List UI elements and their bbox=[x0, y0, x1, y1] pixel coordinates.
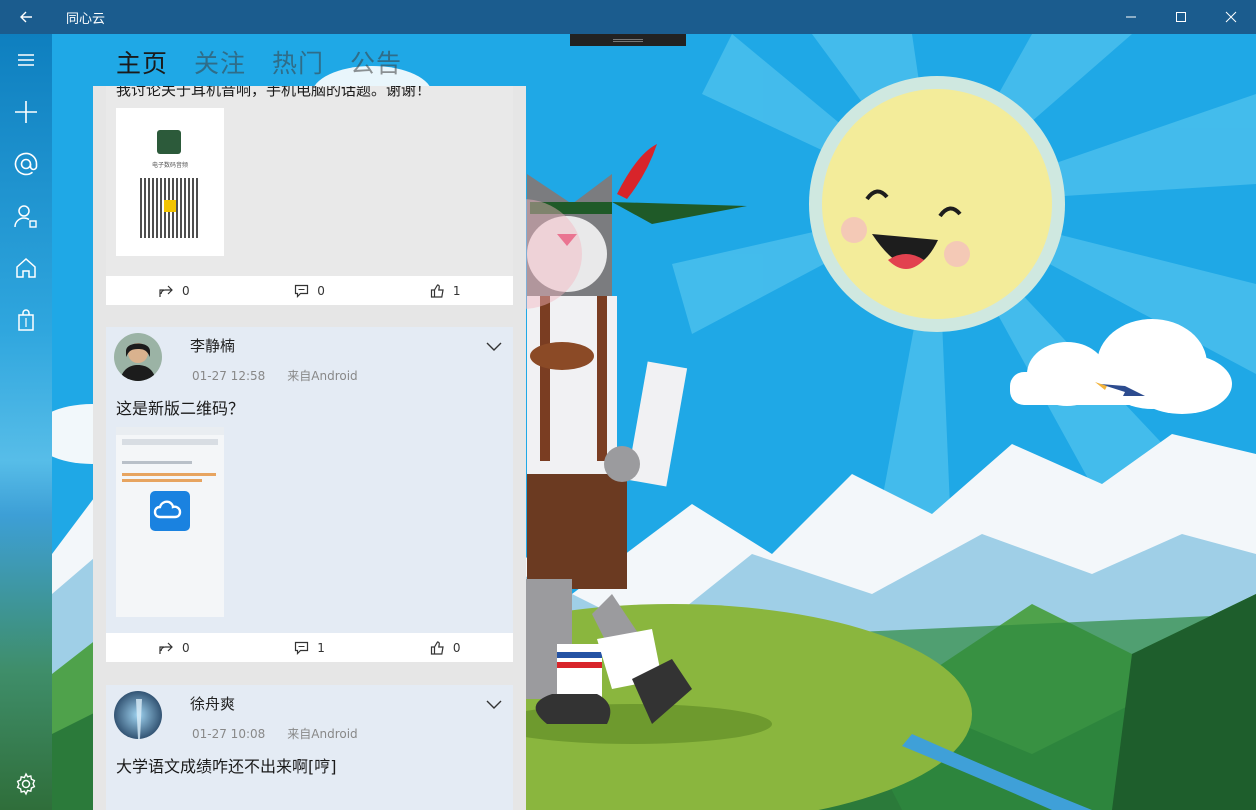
qr-caption: 电子数码音频 bbox=[151, 162, 188, 169]
post-options-button[interactable] bbox=[485, 695, 503, 714]
comment-icon bbox=[295, 641, 309, 655]
settings-button[interactable] bbox=[0, 758, 52, 810]
cloud-app-icon bbox=[150, 491, 190, 531]
post-source: 来自Android bbox=[287, 727, 358, 741]
comment-icon bbox=[295, 284, 309, 298]
post-meta: 01-27 12:58 来自Android bbox=[192, 367, 358, 384]
comment-button[interactable]: 1 bbox=[242, 633, 378, 662]
author-name[interactable]: 李静楠 bbox=[190, 335, 235, 356]
bag-button[interactable] bbox=[0, 294, 52, 346]
drag-handle[interactable] bbox=[570, 34, 686, 46]
post-time: 01-27 12:58 bbox=[192, 369, 266, 383]
phone-status-bar bbox=[116, 427, 224, 435]
plus-icon bbox=[15, 101, 37, 123]
close-button[interactable] bbox=[1206, 0, 1256, 34]
qr-center-logo bbox=[164, 200, 176, 212]
like-button[interactable]: 0 bbox=[377, 633, 513, 662]
maximize-icon bbox=[1176, 12, 1186, 22]
post-options-button[interactable] bbox=[485, 337, 503, 356]
repost-button[interactable]: 0 bbox=[106, 633, 242, 662]
feed-list[interactable]: 我讨论关于耳机音响，手机电脑的话题。谢谢！ 电子数码音频 0 0 1 李静楠 0… bbox=[93, 86, 526, 810]
close-icon bbox=[1225, 11, 1237, 23]
home-icon bbox=[16, 257, 36, 278]
comment-count: 0 bbox=[317, 283, 325, 298]
avatar-photo bbox=[114, 333, 162, 381]
home-button[interactable] bbox=[0, 242, 52, 294]
navigation-rail bbox=[0, 34, 52, 810]
avatar[interactable] bbox=[114, 333, 162, 381]
title-bar: 同心云 bbox=[0, 0, 1256, 34]
chevron-down-icon bbox=[486, 700, 502, 709]
contacts-icon bbox=[14, 205, 37, 228]
window-title: 同心云 bbox=[66, 11, 106, 27]
maximize-button[interactable] bbox=[1156, 0, 1206, 34]
phone-header bbox=[122, 439, 218, 445]
back-arrow-icon bbox=[20, 11, 32, 23]
chevron-down-icon bbox=[486, 342, 502, 351]
like-count: 1 bbox=[452, 283, 461, 298]
repost-button[interactable]: 0 bbox=[106, 276, 242, 305]
hamburger-menu-icon bbox=[18, 54, 34, 66]
share-icon bbox=[159, 642, 173, 654]
minimize-icon bbox=[1126, 16, 1136, 18]
post-actions: 0 0 1 bbox=[106, 276, 513, 305]
post-text: 这是新版二维码？ bbox=[116, 399, 245, 418]
post-card: 李静楠 01-27 12:58 来自Android 这是新版二维码？ 0 1 0 bbox=[106, 327, 513, 662]
mentions-button[interactable] bbox=[0, 138, 52, 190]
like-button[interactable]: 1 bbox=[377, 276, 513, 305]
feed-tabs: 主页 关注 热门 公告 bbox=[116, 44, 402, 80]
hamburger-menu-button[interactable] bbox=[0, 34, 52, 86]
at-mention-icon bbox=[14, 152, 38, 176]
post-card: 我讨论关于耳机音响，手机电脑的话题。谢谢！ 电子数码音频 0 0 1 bbox=[106, 86, 513, 305]
post-meta: 01-27 10:08 来自Android bbox=[192, 725, 358, 742]
avatar-photo bbox=[114, 691, 162, 739]
comment-count: 1 bbox=[317, 640, 325, 655]
post-text: 我讨论关于耳机音响，手机电脑的话题。谢谢！ bbox=[116, 86, 432, 99]
text-line bbox=[122, 461, 192, 464]
post-card: 徐舟爽 01-27 10:08 来自Android 大学语文成绩咋还不出来啊[哼] bbox=[106, 685, 513, 810]
post-source: 来自Android bbox=[287, 369, 358, 383]
post-image[interactable]: 电子数码音频 bbox=[116, 108, 224, 256]
text-line bbox=[122, 473, 216, 476]
thumbs-up-icon bbox=[430, 283, 444, 298]
bag-icon bbox=[18, 309, 34, 331]
tab-announcements[interactable]: 公告 bbox=[350, 44, 402, 80]
new-post-button[interactable] bbox=[0, 86, 52, 138]
comment-button[interactable]: 0 bbox=[242, 276, 378, 305]
back-button[interactable] bbox=[0, 0, 52, 34]
like-count: 0 bbox=[452, 640, 461, 655]
repost-count: 0 bbox=[182, 283, 190, 298]
minimize-button[interactable] bbox=[1106, 0, 1156, 34]
app-logo bbox=[157, 130, 181, 154]
post-text: 大学语文成绩咋还不出来啊[哼] bbox=[116, 757, 337, 776]
post-actions: 0 1 0 bbox=[106, 633, 513, 662]
text-line bbox=[122, 479, 202, 482]
avatar[interactable] bbox=[114, 691, 162, 739]
tab-home[interactable]: 主页 bbox=[116, 44, 168, 80]
author-name[interactable]: 徐舟爽 bbox=[190, 693, 235, 714]
grip-lines-icon bbox=[613, 38, 643, 42]
thumbs-up-icon bbox=[430, 640, 444, 655]
settings-gear-icon bbox=[16, 772, 36, 796]
post-time: 01-27 10:08 bbox=[192, 727, 266, 741]
contacts-button[interactable] bbox=[0, 190, 52, 242]
share-icon bbox=[159, 285, 173, 297]
repost-count: 0 bbox=[182, 640, 190, 655]
tab-following[interactable]: 关注 bbox=[194, 44, 246, 80]
tab-hot[interactable]: 热门 bbox=[272, 44, 324, 80]
post-image[interactable] bbox=[116, 427, 224, 617]
